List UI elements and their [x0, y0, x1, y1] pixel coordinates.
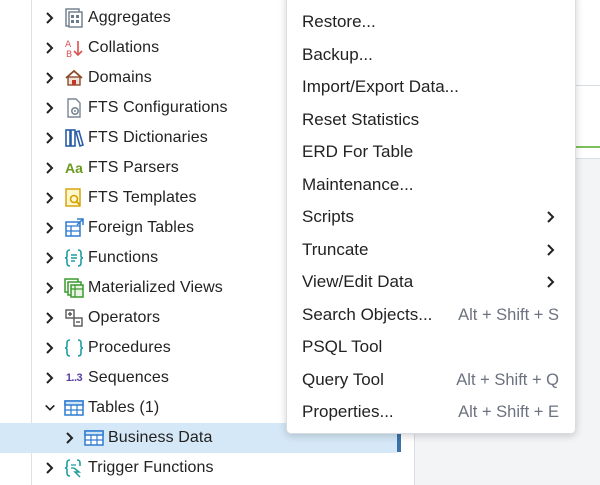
menu-item-shortcut: Alt + Shift + Q: [456, 370, 559, 389]
svg-text:B: B: [66, 50, 72, 58]
chevron-right-icon[interactable]: [44, 371, 56, 385]
tree-item-label: Collations: [88, 39, 160, 56]
tree-item-label: Domains: [88, 69, 152, 86]
svg-text:A: A: [65, 40, 72, 50]
tree-item-label: Sequences: [88, 369, 169, 386]
menu-item-label: Reset Statistics: [302, 110, 420, 129]
menu-item-label: Query Tool: [302, 370, 384, 389]
menu-item-label: Search Objects...: [302, 305, 433, 324]
menu-item-properties[interactable]: Properties... Alt + Shift + E: [287, 396, 575, 428]
chevron-right-icon[interactable]: [64, 431, 76, 445]
chevron-right-icon[interactable]: [44, 281, 56, 295]
menu-item-label: View/Edit Data: [302, 272, 414, 291]
operators-icon: [64, 308, 84, 328]
context-menu: Restore... Backup... Import/Export Data.…: [286, 0, 576, 434]
tree-item-label: FTS Configurations: [88, 99, 228, 116]
menu-item-label: Maintenance...: [302, 175, 414, 194]
functions-icon: [64, 248, 84, 268]
chevron-right-icon[interactable]: [44, 11, 56, 25]
tree-item-label: Materialized Views: [88, 279, 223, 296]
menu-item-label: PSQL Tool: [302, 337, 383, 356]
trigger-functions-icon: [64, 458, 84, 478]
menu-item-maintenance[interactable]: Maintenance...: [287, 169, 575, 201]
sequences-glyph: 1..3: [65, 372, 83, 384]
menu-item-truncate[interactable]: Truncate: [287, 234, 575, 266]
fts-templates-icon: [64, 188, 84, 208]
aggregates-icon: [64, 8, 84, 28]
menu-item-search-objects[interactable]: Search Objects... Alt + Shift + S: [287, 299, 575, 331]
tree-item-label: FTS Templates: [88, 189, 197, 206]
menu-item-reset-statistics[interactable]: Reset Statistics: [287, 104, 575, 136]
chevron-right-icon[interactable]: [44, 461, 56, 475]
materialized-views-icon: [64, 278, 84, 298]
foreign-tables-icon: [64, 218, 84, 238]
menu-item-shortcut: Alt + Shift + E: [458, 402, 559, 421]
procedures-icon: [64, 338, 84, 358]
chevron-right-icon[interactable]: [44, 101, 56, 115]
tree-item-label: FTS Dictionaries: [88, 129, 208, 146]
pgadmin-window: Aggregates AB Collations Domains FTS Con…: [0, 0, 600, 485]
tree-item-label: Procedures: [88, 339, 171, 356]
menu-item-label: Scripts: [302, 207, 354, 226]
table-icon: [84, 428, 104, 448]
chevron-right-icon: [545, 275, 557, 289]
tree-item-label: Trigger Functions: [88, 459, 214, 476]
active-tab-indicator: [574, 146, 600, 148]
chevron-right-icon[interactable]: [44, 41, 56, 55]
fts-configurations-icon: [64, 98, 84, 118]
chevron-right-icon[interactable]: [44, 341, 56, 355]
tree-item-label: Foreign Tables: [88, 219, 195, 236]
chevron-down-icon[interactable]: [44, 401, 56, 415]
tree-item-label: Aggregates: [88, 9, 171, 26]
chevron-right-icon[interactable]: [44, 71, 56, 85]
menu-item-label: Truncate: [302, 240, 369, 259]
menu-item-restore[interactable]: Restore...: [287, 6, 575, 38]
chevron-right-icon[interactable]: [44, 221, 56, 235]
tables-icon: [64, 398, 84, 418]
chevron-right-icon[interactable]: [44, 311, 56, 325]
tree-item-label: Tables (1): [88, 399, 160, 416]
chevron-right-icon: [545, 243, 557, 257]
chevron-right-icon[interactable]: [44, 131, 56, 145]
chevron-right-icon: [545, 210, 557, 224]
fts-parsers-glyph: Aa: [65, 160, 83, 176]
sequences-icon: 1..3: [64, 368, 84, 388]
menu-item-scripts[interactable]: Scripts: [287, 201, 575, 233]
domains-icon: [64, 68, 84, 88]
tree-item-trigger-functions[interactable]: Trigger Functions: [0, 453, 397, 483]
menu-item-shortcut: Alt + Shift + S: [458, 305, 559, 324]
menu-item-view-edit-data[interactable]: View/Edit Data: [287, 266, 575, 298]
menu-item-backup[interactable]: Backup...: [287, 39, 575, 71]
fts-parsers-icon: Aa: [64, 158, 84, 178]
menu-item-erd-for-table[interactable]: ERD For Table: [287, 136, 575, 168]
tree-item-label: FTS Parsers: [88, 159, 179, 176]
tree-item-label: Functions: [88, 249, 159, 266]
collations-icon: AB: [64, 38, 84, 58]
menu-item-label: Restore...: [302, 12, 376, 31]
menu-item-psql-tool[interactable]: PSQL Tool: [287, 331, 575, 363]
fts-dictionaries-icon: [64, 128, 84, 148]
tree-item-label: Business Data: [108, 429, 213, 446]
chevron-right-icon[interactable]: [44, 251, 56, 265]
menu-item-label: Backup...: [302, 45, 373, 64]
menu-item-label: Import/Export Data...: [302, 77, 459, 96]
menu-item-label: Properties...: [302, 402, 394, 421]
menu-item-import-export-data[interactable]: Import/Export Data...: [287, 71, 575, 103]
tree-item-label: Operators: [88, 309, 161, 326]
menu-item-label: ERD For Table: [302, 142, 414, 161]
chevron-right-icon[interactable]: [44, 191, 56, 205]
chevron-right-icon[interactable]: [44, 161, 56, 175]
menu-item-query-tool[interactable]: Query Tool Alt + Shift + Q: [287, 364, 575, 396]
